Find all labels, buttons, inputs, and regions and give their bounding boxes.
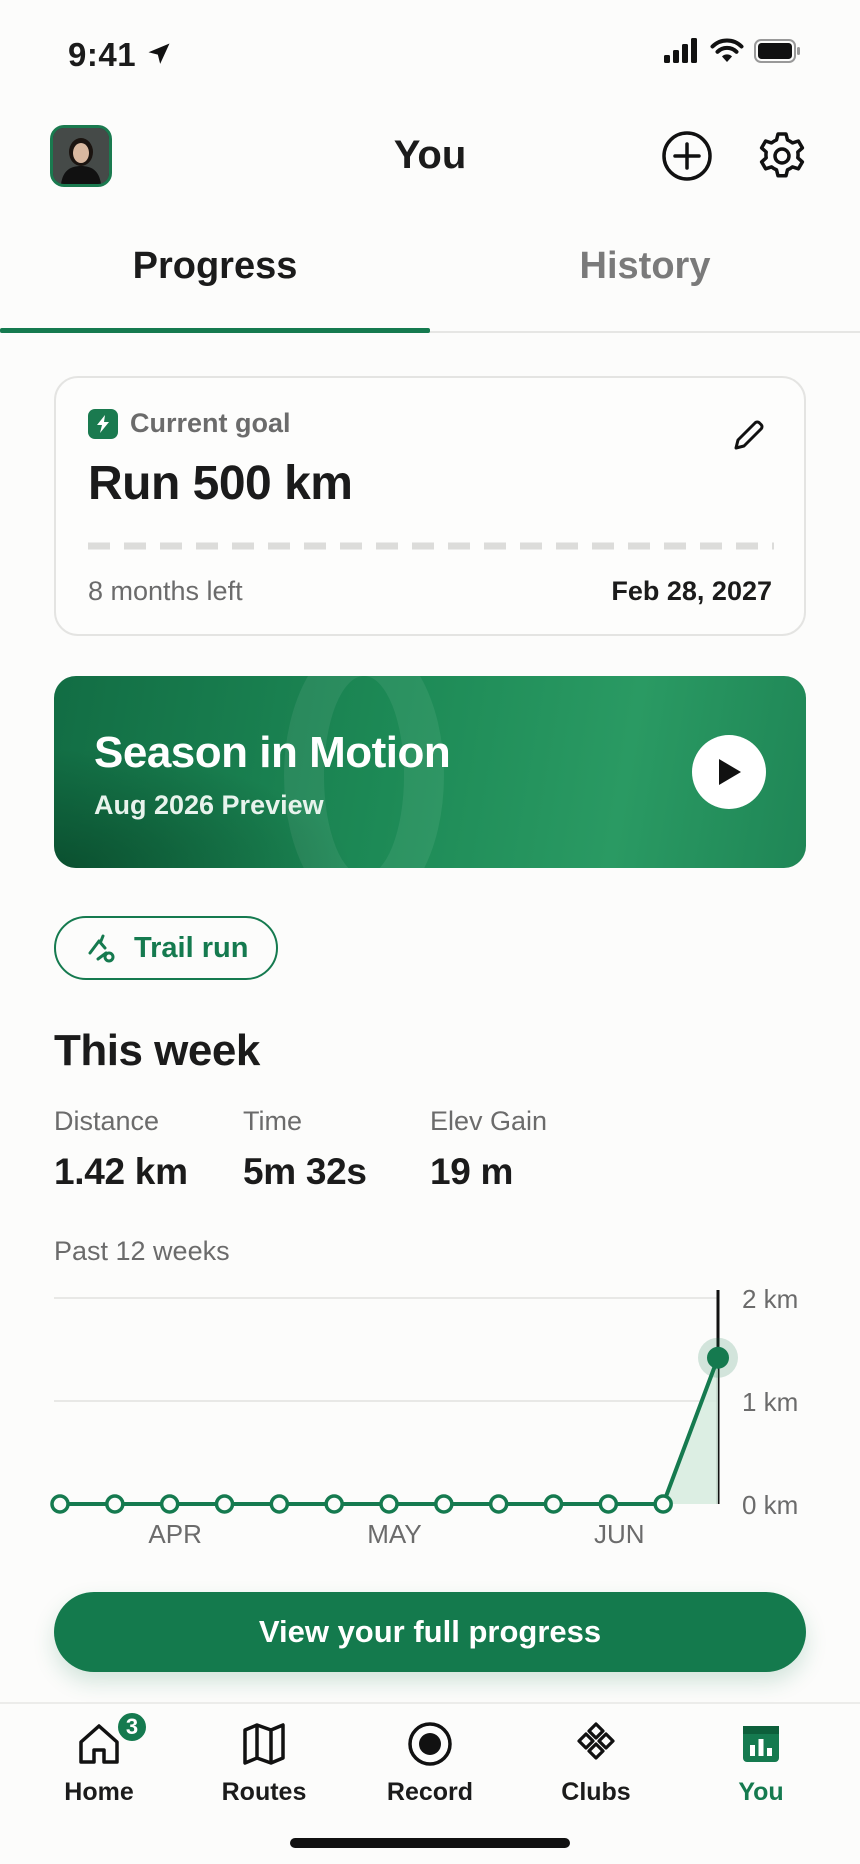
nav-label: Record bbox=[386, 1778, 474, 1806]
chart-title: Past 12 weeks bbox=[54, 1236, 230, 1266]
goal-label-row: Current goal bbox=[88, 408, 291, 439]
map-icon bbox=[243, 1723, 285, 1765]
nav-label: Clubs bbox=[561, 1778, 631, 1806]
nav-you[interactable]: You bbox=[675, 1718, 847, 1807]
nav-label: Home bbox=[64, 1778, 134, 1806]
data-point bbox=[105, 1494, 125, 1514]
play-button[interactable] bbox=[692, 735, 766, 809]
stat-label: Distance bbox=[54, 1106, 160, 1136]
trail-run-icon bbox=[88, 934, 115, 963]
season-title: Season in Motion bbox=[94, 728, 451, 777]
data-point bbox=[653, 1494, 673, 1514]
cellular-signal-icon bbox=[664, 38, 697, 63]
nav-label: You bbox=[738, 1778, 784, 1806]
tab-bar: Progress History bbox=[0, 225, 860, 333]
season-in-motion-card[interactable]: Season in Motion Aug 2026 Preview bbox=[54, 676, 806, 868]
x-tick-label: JUN bbox=[594, 1519, 645, 1549]
status-icons bbox=[664, 38, 802, 64]
battery-icon bbox=[754, 39, 800, 63]
stat-distance: Distance 1.42 km bbox=[54, 1106, 188, 1193]
y-tick-label: 1 km bbox=[742, 1387, 798, 1417]
status-time: 9:41 bbox=[68, 36, 137, 73]
series-line bbox=[60, 1357, 720, 1506]
add-circle-icon[interactable] bbox=[660, 129, 714, 183]
activity-type-chip[interactable]: Trail run bbox=[54, 916, 279, 980]
record-icon bbox=[408, 1722, 452, 1766]
nav-home[interactable]: 3 Home bbox=[13, 1710, 185, 1807]
data-point bbox=[488, 1494, 509, 1514]
data-point bbox=[379, 1494, 399, 1514]
settings-gear-icon[interactable] bbox=[755, 129, 809, 183]
goal-time-left: 8 months left bbox=[88, 576, 243, 606]
stat-elev-gain: Elev Gain 19 m bbox=[430, 1106, 547, 1193]
tab-history[interactable]: History bbox=[430, 245, 860, 288]
current-goal-card[interactable]: Current goal Run 500 km 8 months left Fe… bbox=[54, 376, 806, 636]
stat-time: Time 5m 32s bbox=[243, 1106, 367, 1193]
stat-value: 19 m bbox=[430, 1151, 514, 1192]
x-tick-label: APR bbox=[148, 1519, 201, 1549]
wifi-icon bbox=[710, 38, 744, 62]
page-title: You bbox=[393, 133, 467, 177]
data-point bbox=[324, 1494, 344, 1514]
data-point bbox=[598, 1494, 619, 1514]
season-subtitle: Aug 2026 Preview bbox=[94, 790, 324, 820]
data-point bbox=[159, 1494, 180, 1514]
goal-progress-bar bbox=[88, 542, 774, 550]
y-tick-label: 0 km bbox=[742, 1490, 798, 1520]
data-point bbox=[707, 1346, 729, 1369]
this-week-title: This week bbox=[54, 1026, 260, 1075]
you-icon bbox=[743, 1726, 779, 1762]
activity-chip-label: Trail run bbox=[134, 931, 249, 964]
data-point bbox=[50, 1494, 70, 1514]
goal-title: Run 500 km bbox=[88, 457, 353, 510]
nav-record[interactable]: Record bbox=[344, 1718, 516, 1807]
stat-label: Time bbox=[243, 1106, 302, 1136]
location-arrow-icon bbox=[148, 43, 170, 64]
notification-badge: 3 bbox=[115, 1710, 149, 1744]
top-bar: You bbox=[0, 115, 860, 205]
data-point bbox=[434, 1494, 454, 1514]
view-full-progress-button[interactable]: View your full progress bbox=[54, 1592, 806, 1672]
y-tick-label: 2 km bbox=[742, 1284, 798, 1314]
stat-label: Elev Gain bbox=[430, 1106, 548, 1136]
nav-clubs[interactable]: Clubs bbox=[510, 1718, 682, 1807]
weekly-distance-chart: 2 km 1 km 0 km APR MAY JUN bbox=[50, 1284, 798, 1549]
home-indicator bbox=[290, 1838, 570, 1848]
play-icon bbox=[719, 759, 741, 785]
nav-label: Routes bbox=[221, 1778, 307, 1806]
x-tick-label: MAY bbox=[367, 1519, 421, 1549]
data-point bbox=[214, 1494, 235, 1514]
stat-value: 5m 32s bbox=[243, 1151, 367, 1192]
data-point bbox=[543, 1494, 564, 1514]
edit-pencil-icon[interactable] bbox=[728, 416, 768, 456]
clubs-icon bbox=[577, 1722, 615, 1760]
goal-end-date: Feb 28, 2027 bbox=[611, 576, 772, 606]
stat-value: 1.42 km bbox=[54, 1151, 188, 1192]
data-point bbox=[269, 1494, 290, 1514]
status-bar: 9:41 bbox=[0, 0, 860, 110]
goal-label: Current goal bbox=[130, 408, 291, 438]
nav-routes[interactable]: Routes bbox=[178, 1718, 350, 1807]
lightning-bolt-icon bbox=[88, 408, 118, 439]
active-tab-indicator bbox=[0, 328, 430, 333]
tab-progress[interactable]: Progress bbox=[0, 245, 430, 288]
